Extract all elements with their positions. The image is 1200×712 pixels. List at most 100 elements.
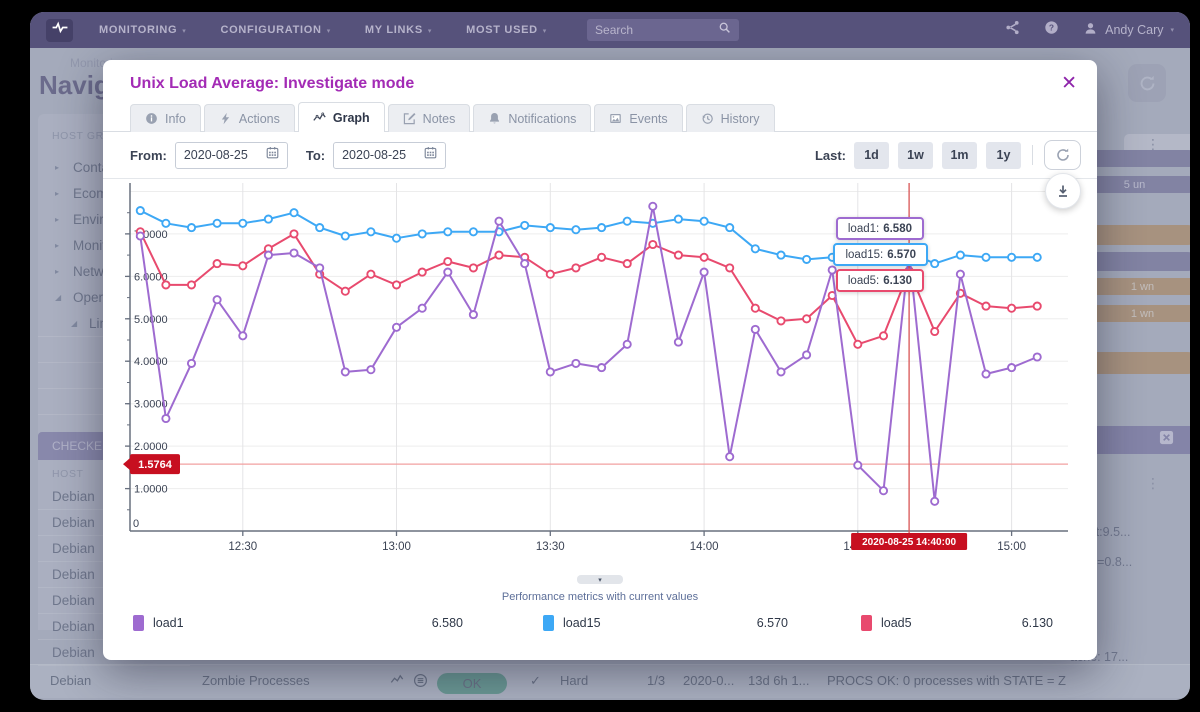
- tooltip-value: 6.570: [887, 249, 916, 261]
- tooltip-load1: load1: 6.580: [836, 217, 924, 240]
- chart-area: 7.00006.00005.00004.00003.00002.00001.00…: [122, 179, 1072, 571]
- legend-swatch: [133, 615, 144, 631]
- tab-label: Events: [629, 112, 667, 126]
- from-date-input[interactable]: 2020-08-25: [175, 142, 288, 169]
- close-icon[interactable]: ✕: [1061, 74, 1077, 93]
- svg-text:14:00: 14:00: [690, 541, 719, 553]
- app-window: MONITORING▾CONFIGURATION▾MY LINKS▾MOST U…: [30, 12, 1190, 700]
- search-input[interactable]: [595, 23, 718, 37]
- scroll-down-icon: ▾: [598, 576, 602, 584]
- load-average-chart[interactable]: 7.00006.00005.00004.00003.00002.00001.00…: [122, 179, 1072, 571]
- screen: MONITORING▾CONFIGURATION▾MY LINKS▾MOST U…: [0, 0, 1200, 712]
- tab-actions[interactable]: Actions: [204, 104, 295, 132]
- tab-history[interactable]: History: [686, 104, 775, 132]
- tab-label: Info: [165, 112, 186, 126]
- legend-name: load5: [881, 616, 912, 630]
- investigate-modal: Unix Load Average: Investigate mode ✕ In…: [103, 60, 1097, 660]
- info-icon: [145, 112, 158, 125]
- chart-legend: load1 6.580 load15 6.570 load5 6.130: [103, 611, 1097, 651]
- tab-events[interactable]: Events: [594, 104, 682, 132]
- calendar-icon[interactable]: [266, 146, 279, 164]
- nav-menu-label: MY LINKS: [365, 24, 423, 36]
- axes: [130, 183, 1068, 531]
- calendar-icon[interactable]: [424, 146, 437, 164]
- toolbar-divider: [1032, 145, 1033, 165]
- tab-label: History: [721, 112, 760, 126]
- download-button[interactable]: [1045, 173, 1081, 209]
- nav-menu-label: MONITORING: [99, 24, 177, 36]
- chart-scrollbar[interactable]: ▾: [577, 575, 623, 584]
- svg-text:2020-08-25 14:40:00: 2020-08-25 14:40:00: [862, 537, 956, 548]
- tooltip-label: load15:: [845, 249, 883, 261]
- legend-value: 6.130: [1022, 616, 1053, 630]
- nav-menu-label: CONFIGURATION: [221, 24, 322, 36]
- tab-notifications[interactable]: Notifications: [473, 104, 591, 132]
- chevron-down-icon: ▾: [327, 27, 331, 35]
- graph-toolbar: From: 2020-08-25 To: 2020-08-25 Last: 1d…: [103, 132, 1097, 179]
- chevron-down-icon: ▾: [543, 27, 547, 35]
- modal-header: Unix Load Average: Investigate mode ✕: [103, 60, 1097, 103]
- legend-item-load1[interactable]: load1 6.580: [133, 615, 463, 631]
- nav-menu-item-monitoring[interactable]: MONITORING ▾: [99, 24, 187, 36]
- nav-menu: MONITORING▾CONFIGURATION▾MY LINKS▾MOST U…: [99, 24, 581, 36]
- user-menu[interactable]: Andy Cary ▾: [1083, 21, 1174, 39]
- to-date-input[interactable]: 2020-08-25: [333, 142, 446, 169]
- refresh-graph-button[interactable]: [1044, 140, 1081, 170]
- to-label: To:: [306, 148, 325, 163]
- range-button-1w[interactable]: 1w: [898, 142, 933, 169]
- range-button-1d[interactable]: 1d: [854, 142, 889, 169]
- tab-label: Actions: [239, 112, 280, 126]
- threshold-badge: 1.5764: [123, 454, 180, 474]
- nav-menu-item-most-used[interactable]: MOST USED ▾: [466, 24, 547, 36]
- tab-info[interactable]: Info: [130, 104, 201, 132]
- from-label: From:: [130, 148, 167, 163]
- last-label: Last:: [815, 148, 846, 163]
- svg-text:13:00: 13:00: [382, 541, 411, 553]
- pulse-icon: [51, 21, 69, 39]
- tab-notes[interactable]: Notes: [388, 104, 471, 132]
- svg-text:12:30: 12:30: [228, 541, 257, 553]
- search-box[interactable]: [587, 19, 739, 41]
- legend-item-load5[interactable]: load5 6.130: [861, 615, 1053, 631]
- share-icon[interactable]: [1005, 20, 1020, 40]
- legend-item-load15[interactable]: load15 6.570: [543, 615, 788, 631]
- legend-name: load1: [153, 616, 184, 630]
- graph-icon: [313, 111, 326, 124]
- tooltip-value: 6.580: [883, 223, 912, 235]
- legend-swatch: [861, 615, 872, 631]
- nav-menu-item-configuration[interactable]: CONFIGURATION ▾: [221, 24, 331, 36]
- range-button-1y[interactable]: 1y: [986, 142, 1021, 169]
- svg-text:?: ?: [1049, 23, 1054, 33]
- nav-menu-label: MOST USED: [466, 24, 538, 36]
- svg-text:2.0000: 2.0000: [134, 441, 168, 453]
- top-navbar: MONITORING▾CONFIGURATION▾MY LINKS▾MOST U…: [30, 12, 1190, 48]
- tab-label: Graph: [333, 111, 370, 125]
- legend-value: 6.580: [432, 616, 463, 630]
- bell-icon: [488, 112, 501, 125]
- search-icon: [718, 21, 731, 39]
- chevron-down-icon: ▾: [182, 27, 186, 35]
- range-button-1m[interactable]: 1m: [942, 142, 977, 169]
- user-name: Andy Cary: [1105, 23, 1163, 37]
- svg-text:1.0000: 1.0000: [134, 484, 168, 496]
- tooltip-label: load5:: [848, 275, 879, 287]
- chevron-down-icon: ▾: [1170, 26, 1174, 34]
- legend-swatch: [543, 615, 554, 631]
- legend-value: 6.570: [757, 616, 788, 630]
- lightning-icon: [219, 112, 232, 125]
- legend-name: load15: [563, 616, 601, 630]
- y-axis-labels: 7.00006.00005.00004.00003.00002.00001.00…: [125, 213, 168, 530]
- tab-graph[interactable]: Graph: [298, 102, 385, 132]
- nav-right-cluster: ? Andy Cary ▾: [1005, 20, 1174, 40]
- svg-text:1.5764: 1.5764: [138, 459, 173, 471]
- svg-text:15:00: 15:00: [997, 541, 1026, 553]
- modal-title: Unix Load Average: Investigate mode: [130, 75, 414, 93]
- help-icon[interactable]: ?: [1044, 20, 1059, 40]
- tooltip-label: load1:: [848, 223, 879, 235]
- nav-menu-item-my-links[interactable]: MY LINKS ▾: [365, 24, 432, 36]
- history-icon: [701, 112, 714, 125]
- svg-text:13:30: 13:30: [536, 541, 565, 553]
- app-logo[interactable]: [46, 19, 73, 42]
- legend-caption: Performance metrics with current values: [103, 591, 1097, 603]
- chevron-down-icon: ▾: [428, 27, 432, 35]
